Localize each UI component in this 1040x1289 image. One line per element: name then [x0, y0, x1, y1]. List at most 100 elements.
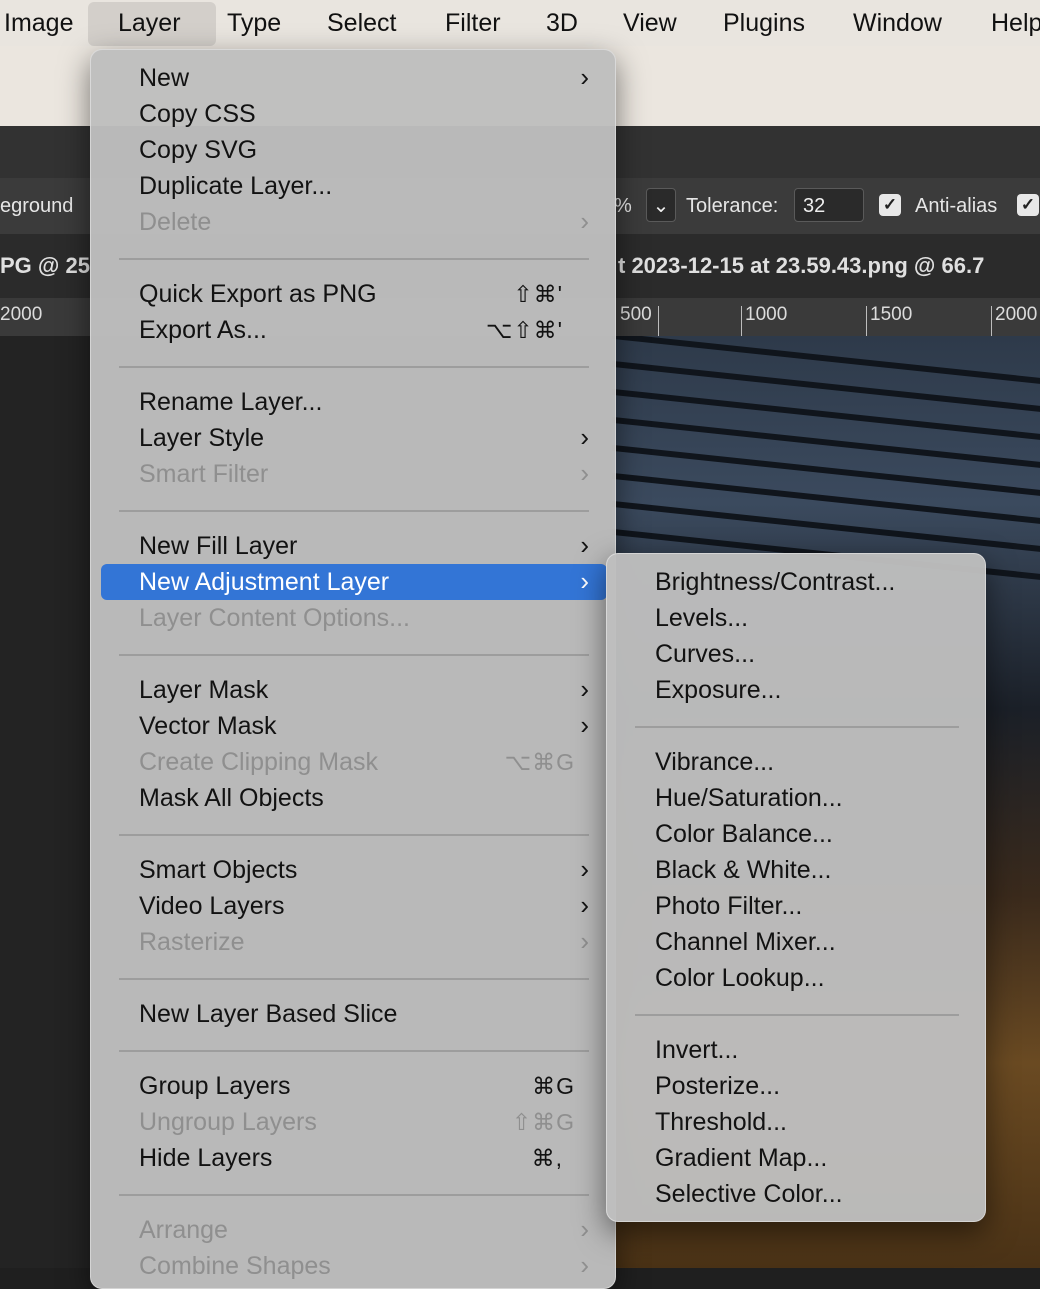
menu-item-vector-mask[interactable]: Vector Mask › — [101, 708, 607, 744]
layer-menu: New › Copy CSS Copy SVG Duplicate Layer.… — [90, 49, 616, 1289]
menu-image[interactable]: Image — [0, 0, 87, 46]
menu-view[interactable]: View — [609, 0, 691, 46]
adjustment-layer-submenu: Brightness/Contrast... Levels... Curves.… — [606, 553, 986, 1222]
menu-type[interactable]: Type — [213, 0, 295, 46]
menu-separator — [119, 510, 589, 512]
doc-tab-active[interactable]: t 2023-12-15 at 23.59.43.png @ 66.7 — [618, 234, 984, 298]
submenu-item-hue-saturation[interactable]: Hue/Saturation... — [617, 780, 977, 816]
menu-item-label: Layer Style — [139, 424, 265, 452]
ruler-label: 500 — [620, 304, 652, 325]
anti-alias-label: Anti-alias — [915, 195, 998, 217]
chevron-right-icon: › — [580, 926, 589, 956]
menu-item-label: New Adjustment Layer — [139, 568, 390, 596]
tolerance-input[interactable]: 32 — [794, 188, 864, 222]
menu-item-create-clipping-mask: Create Clipping Mask ⌥⌘G — [101, 744, 607, 780]
doc-tab-left[interactable]: PG @ 25 — [0, 234, 90, 298]
ruler-tick — [741, 306, 742, 336]
submenu-item-invert[interactable]: Invert... — [617, 1032, 977, 1068]
menu-item-rename-layer[interactable]: Rename Layer... — [101, 384, 607, 420]
menu-item-duplicate-layer[interactable]: Duplicate Layer... — [101, 168, 607, 204]
menu-item-smart-objects[interactable]: Smart Objects › — [101, 852, 607, 888]
chevron-right-icon: › — [580, 566, 589, 596]
menu-item-ungroup-layers: Ungroup Layers ⇧⌘G — [101, 1104, 607, 1140]
menu-item-copy-svg[interactable]: Copy SVG — [101, 132, 607, 168]
menu-item-layer-content-options: Layer Content Options... — [101, 600, 607, 636]
ruler-label: 1000 — [745, 304, 788, 325]
chevron-right-icon: › — [580, 710, 589, 740]
menu-select[interactable]: Select — [313, 0, 410, 46]
menu-item-new-layer-based-slice[interactable]: New Layer Based Slice — [101, 996, 607, 1032]
menu-item-label: Hide Layers — [139, 1144, 273, 1172]
menu-item-label: Copy SVG — [139, 136, 258, 164]
chevron-right-icon: › — [580, 674, 589, 704]
ruler-label: 2000 — [0, 304, 43, 325]
menu-item-export-as[interactable]: Export As... ⌥⇧⌘' — [101, 312, 607, 348]
menu-separator — [635, 726, 959, 728]
menu-item-video-layers[interactable]: Video Layers › — [101, 888, 607, 924]
submenu-item-levels[interactable]: Levels... — [617, 600, 977, 636]
menu-item-delete: Delete › — [101, 204, 607, 240]
menu-bar: Image Layer Type Select Filter 3D View P… — [0, 0, 1040, 46]
menu-item-label: Combine Shapes — [139, 1252, 331, 1280]
submenu-item-posterize[interactable]: Posterize... — [617, 1068, 977, 1104]
menu-item-new-fill-layer[interactable]: New Fill Layer › — [101, 528, 607, 564]
submenu-item-brightness-contrast[interactable]: Brightness/Contrast... — [617, 564, 977, 600]
chevron-down-icon: ⌄ — [652, 195, 670, 217]
chevron-right-icon: › — [580, 1250, 589, 1280]
submenu-item-curves[interactable]: Curves... — [617, 636, 977, 672]
menu-item-hide-layers[interactable]: Hide Layers ⌘, — [101, 1140, 607, 1176]
menu-window[interactable]: Window — [839, 0, 956, 46]
submenu-item-channel-mixer[interactable]: Channel Mixer... — [617, 924, 977, 960]
menu-item-label: Vector Mask — [139, 712, 277, 740]
submenu-item-selective-color[interactable]: Selective Color... — [617, 1176, 977, 1212]
checkmark-icon: ✓ — [882, 195, 898, 214]
shortcut-label: ⌥⌘G — [504, 749, 575, 775]
menu-separator — [119, 978, 589, 980]
menu-item-layer-style[interactable]: Layer Style › — [101, 420, 607, 456]
source-fragment[interactable]: eground — [0, 178, 73, 234]
submenu-item-exposure[interactable]: Exposure... — [617, 672, 977, 708]
submenu-item-color-lookup[interactable]: Color Lookup... — [617, 960, 977, 996]
menu-item-mask-all-objects[interactable]: Mask All Objects — [101, 780, 607, 816]
submenu-item-threshold[interactable]: Threshold... — [617, 1104, 977, 1140]
menu-item-new-adjustment-layer[interactable]: New Adjustment Layer › — [101, 564, 607, 600]
menu-item-label: Mask All Objects — [139, 784, 324, 812]
menu-item-quick-export-png[interactable]: Quick Export as PNG ⇧⌘' — [101, 276, 607, 312]
menu-layer[interactable]: Layer — [88, 2, 216, 46]
shortcut-label: ⌥⇧⌘' — [485, 317, 563, 343]
submenu-item-photo-filter[interactable]: Photo Filter... — [617, 888, 977, 924]
ruler-label: 1500 — [870, 304, 913, 325]
menu-separator — [119, 366, 589, 368]
submenu-item-vibrance[interactable]: Vibrance... — [617, 744, 977, 780]
submenu-item-black-white[interactable]: Black & White... — [617, 852, 977, 888]
menu-item-label: Rename Layer... — [139, 388, 323, 416]
chevron-right-icon: › — [580, 890, 589, 920]
shortcut-label: ⇧⌘' — [513, 281, 563, 307]
chevron-right-icon: › — [580, 422, 589, 452]
menu-filter[interactable]: Filter — [431, 0, 515, 46]
menu-item-label: Rasterize — [139, 928, 245, 956]
menu-item-label: New Fill Layer — [139, 532, 298, 560]
menu-plugins[interactable]: Plugins — [709, 0, 819, 46]
ruler-tick — [866, 306, 867, 336]
menu-item-new[interactable]: New › — [101, 60, 607, 96]
menu-item-label: Duplicate Layer... — [139, 172, 333, 200]
ruler-label: 2000 — [995, 304, 1038, 325]
chevron-right-icon: › — [580, 458, 589, 488]
menu-item-group-layers[interactable]: Group Layers ⌘G — [101, 1068, 607, 1104]
submenu-item-gradient-map[interactable]: Gradient Map... — [617, 1140, 977, 1176]
chevron-right-icon: › — [580, 530, 589, 560]
contiguous-checkbox[interactable]: ✓ — [1017, 194, 1039, 216]
menu-3d[interactable]: 3D — [532, 0, 592, 46]
chevron-right-icon: › — [580, 854, 589, 884]
menu-item-label: Layer Content Options... — [139, 604, 410, 632]
menu-item-layer-mask[interactable]: Layer Mask › — [101, 672, 607, 708]
menu-item-label: Copy CSS — [139, 100, 256, 128]
menu-item-combine-shapes: Combine Shapes › — [101, 1248, 607, 1284]
menu-help[interactable]: Help — [977, 0, 1040, 46]
submenu-item-color-balance[interactable]: Color Balance... — [617, 816, 977, 852]
anti-alias-checkbox[interactable]: ✓ — [879, 194, 901, 216]
menu-separator — [119, 1194, 589, 1196]
opacity-dropdown[interactable]: ⌄ — [646, 188, 676, 222]
menu-item-copy-css[interactable]: Copy CSS — [101, 96, 607, 132]
